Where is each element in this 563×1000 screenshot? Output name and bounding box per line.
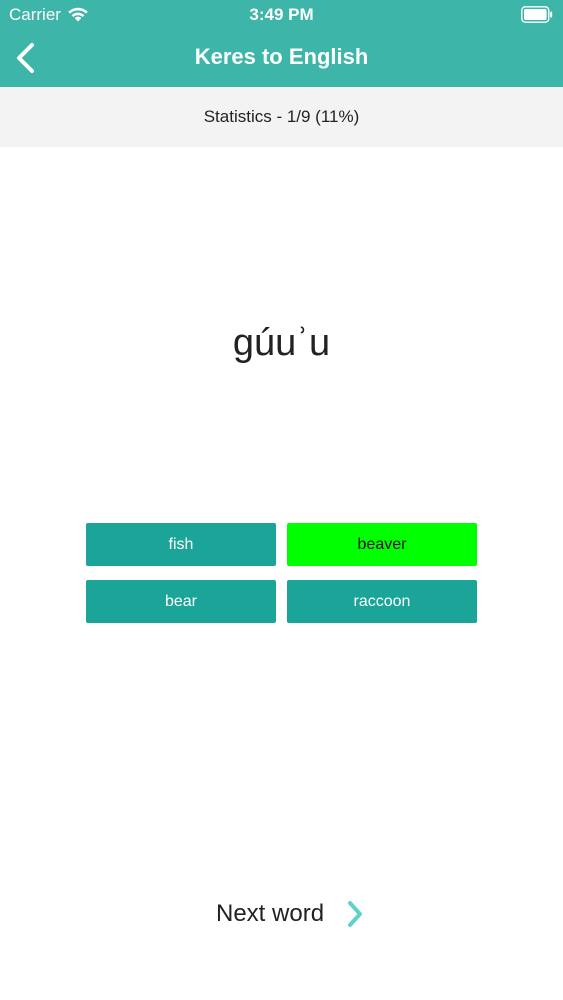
statistics-label: Statistics - 1/9 (11%) bbox=[203, 107, 360, 126]
answer-button-fish[interactable]: fish bbox=[86, 523, 276, 566]
battery-icon bbox=[521, 6, 553, 23]
page-title: Keres to English bbox=[194, 44, 369, 69]
status-time: 3:49 PM bbox=[249, 5, 314, 24]
status-bar: Carrier 3:49 PM bbox=[0, 0, 563, 30]
next-word-label: Next word bbox=[216, 900, 325, 927]
answer-button-raccoon[interactable]: raccoon bbox=[287, 580, 477, 623]
answer-button-beaver[interactable]: beaver bbox=[287, 523, 477, 566]
navigation-header: Carrier 3:49 PM Keres to English bbox=[0, 0, 563, 87]
chevron-right-icon bbox=[348, 901, 362, 927]
answer-button-bear[interactable]: bear bbox=[86, 580, 276, 623]
statistics-bar: Statistics - 1/9 (11%) bbox=[0, 87, 563, 147]
quiz-word: gúuʾu bbox=[232, 322, 331, 364]
next-word-button[interactable]: Next word bbox=[212, 896, 372, 932]
